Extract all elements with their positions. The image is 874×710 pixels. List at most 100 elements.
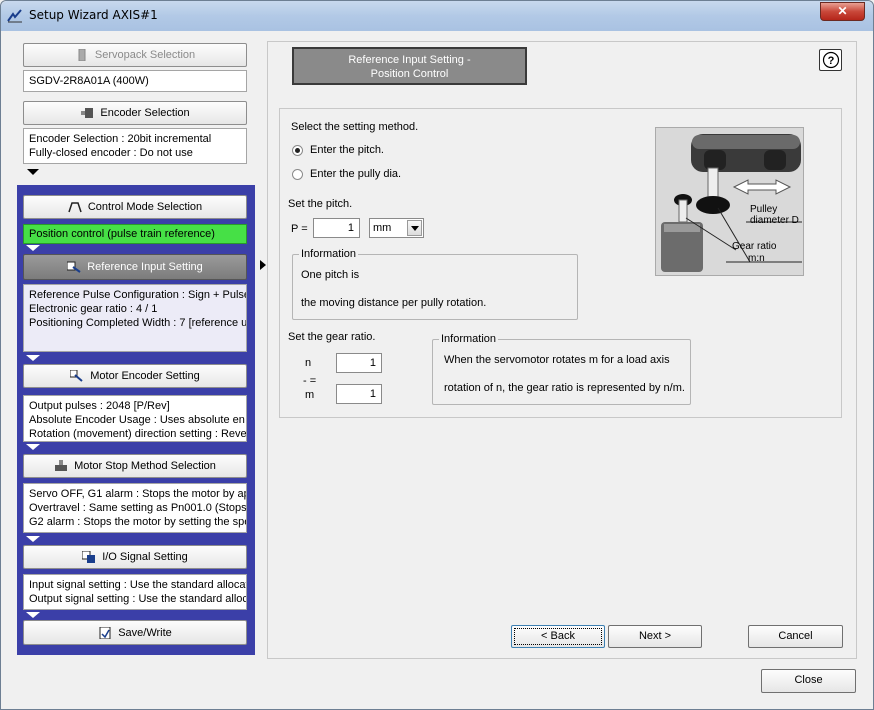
io-signal-info-line: Output signal setting : Use the standard… — [29, 593, 247, 605]
pitch-unit-select[interactable]: mm — [369, 218, 424, 238]
pulley-label: diameter D — [750, 215, 799, 226]
method-prompt: Select the setting method. — [291, 121, 419, 133]
reference-input-icon — [67, 261, 81, 273]
pitch-information-group: Information — [292, 248, 578, 320]
back-button[interactable]: < Back — [511, 625, 605, 648]
servopack-selection-label: Servopack Selection — [94, 49, 196, 61]
control-mode-value: Position control (pulse train reference) — [29, 228, 215, 240]
window-close-button[interactable]: ✕ — [820, 2, 865, 21]
control-mode-info: Position control (pulse train reference) — [23, 224, 247, 244]
gear-information-line: rotation of n, the gear ratio is represe… — [444, 382, 685, 394]
motor-stop-icon — [55, 460, 68, 471]
gear-information-line: When the servomotor rotates m for a load… — [444, 354, 670, 366]
encoder-selection-button[interactable]: Encoder Selection — [23, 101, 247, 125]
io-signal-icon — [82, 551, 96, 563]
page-title-line: Position Control — [370, 68, 449, 80]
save-write-icon — [99, 626, 111, 639]
pitch-information-line: One pitch is — [301, 269, 360, 281]
motor-encoder-icon — [70, 370, 83, 382]
radio-enter-pitch-label[interactable]: Enter the pitch. — [310, 144, 384, 156]
control-mode-selection-button[interactable]: Control Mode Selection — [23, 195, 247, 219]
page-title: Reference Input Setting - Position Contr… — [292, 47, 527, 85]
reference-input-setting-button[interactable]: Reference Input Setting — [23, 254, 247, 280]
radio-enter-pully-dia-label[interactable]: Enter the pully dia. — [310, 168, 401, 180]
motor-stop-info-line: G2 alarm : Stops the motor by setting th… — [29, 516, 247, 528]
title-bar[interactable]: Setup Wizard AXIS#1 ✕ — [1, 1, 873, 31]
motor-stop-info: Servo OFF, G1 alarm : Stops the motor by… — [23, 483, 247, 533]
cancel-button[interactable]: Cancel — [748, 625, 843, 648]
encoder-selection-label: Encoder Selection — [100, 107, 190, 119]
gear-information-group: Information — [432, 333, 691, 405]
wizard-app-icon — [7, 9, 22, 23]
next-button[interactable]: Next > — [608, 625, 702, 648]
chevron-down-icon[interactable] — [407, 220, 422, 236]
pulley-label: Pulley — [750, 204, 777, 215]
servopack-info: SGDV-2R8A01A (400W) — [23, 70, 247, 92]
help-glyph: ? — [827, 55, 834, 67]
io-signal-info: Input signal setting : Use the standard … — [23, 574, 247, 610]
io-signal-info-line: Input signal setting : Use the standard … — [29, 579, 247, 591]
reference-input-setting-label: Reference Input Setting — [87, 261, 203, 273]
expand-arrow-icon — [27, 169, 39, 175]
control-mode-selection-label: Control Mode Selection — [87, 201, 203, 213]
servopack-value: SGDV-2R8A01A (400W) — [29, 75, 149, 87]
pitch-label: P = — [291, 223, 308, 235]
motor-encoder-setting-label: Motor Encoder Setting — [90, 370, 200, 382]
gear-n-input[interactable]: 1 — [336, 353, 382, 373]
reference-input-info: Reference Pulse Configuration : Sign + P… — [23, 284, 247, 352]
help-icon: ? — [822, 51, 839, 69]
gear-m-input[interactable]: 1 — [336, 384, 382, 404]
motor-stop-method-button[interactable]: Motor Stop Method Selection — [23, 454, 247, 478]
gear-ratio-diagram-label: m:n — [748, 253, 765, 264]
motor-stop-info-line: Servo OFF, G1 alarm : Stops the motor by… — [29, 488, 247, 500]
step-arrow-icon — [26, 536, 40, 542]
gear-information-legend: Information — [439, 333, 499, 345]
reference-input-info-line: Electronic gear ratio : 4 / 1 — [29, 303, 158, 315]
motor-encoder-info-line: Output pulses : 2048 [P/Rev] — [29, 400, 170, 412]
save-write-button[interactable]: Save/Write — [23, 620, 247, 645]
encoder-icon — [81, 108, 94, 118]
radio-enter-pully-dia[interactable] — [292, 169, 303, 180]
pitch-unit-value: mm — [373, 222, 392, 234]
servopack-icon — [78, 49, 86, 61]
motor-encoder-info-line: Rotation (movement) direction setting : … — [29, 428, 247, 440]
pitch-value: 1 — [347, 222, 354, 234]
gear-m-value: 1 — [369, 388, 376, 400]
motor-encoder-info-line: Absolute Encoder Usage : Uses absolute e… — [29, 414, 245, 426]
pitch-information-legend: Information — [299, 248, 359, 260]
reference-input-info-line: Reference Pulse Configuration : Sign + P… — [29, 289, 247, 301]
encoder-info: Encoder Selection : 20bit incremental Fu… — [23, 128, 247, 164]
gear-m-label: m — [305, 389, 315, 401]
motor-stop-method-label: Motor Stop Method Selection — [74, 460, 216, 472]
io-signal-setting-label: I/O Signal Setting — [102, 551, 188, 563]
pulley-diagram: Pulley diameter D Gear ratio m:n — [655, 127, 804, 276]
radio-enter-pitch[interactable] — [292, 145, 303, 156]
encoder-info-line: Encoder Selection : 20bit incremental — [29, 133, 212, 145]
help-button[interactable]: ? — [819, 49, 842, 71]
step-arrow-icon — [26, 355, 40, 361]
motor-encoder-setting-button[interactable]: Motor Encoder Setting — [23, 364, 247, 388]
gear-n-label: n — [305, 357, 312, 369]
motor-stop-info-line: Overtravel : Same setting as Pn001.0 (St… — [29, 502, 247, 514]
io-signal-setting-button[interactable]: I/O Signal Setting — [23, 545, 247, 569]
reference-input-info-line: Positioning Completed Width : 7 [referen… — [29, 317, 247, 329]
pulley-illustration: Pulley diameter D Gear ratio m:n — [661, 134, 802, 272]
pitch-information-line: the moving distance per pully rotation. — [301, 297, 487, 309]
pitch-prompt: Set the pitch. — [288, 198, 353, 210]
current-step-pointer-icon — [260, 260, 266, 270]
motor-encoder-info: Output pulses : 2048 [P/Rev] Absolute En… — [23, 395, 247, 442]
window-title: Setup Wizard AXIS#1 — [29, 8, 158, 22]
close-button[interactable]: Close — [761, 669, 856, 693]
close-icon: ✕ — [837, 4, 848, 18]
encoder-info-line: Fully-closed encoder : Do not use — [29, 147, 193, 159]
gear-n-value: 1 — [369, 357, 376, 369]
gear-separator: - = — [303, 375, 317, 387]
pitch-input[interactable]: 1 — [313, 218, 360, 238]
gear-ratio-diagram-label: Gear ratio — [732, 241, 777, 252]
page-title-line: Reference Input Setting - — [348, 54, 471, 66]
servopack-selection-button[interactable]: Servopack Selection — [23, 43, 247, 67]
save-write-label: Save/Write — [118, 626, 172, 639]
step-arrow-icon — [26, 245, 40, 251]
step-arrow-icon — [26, 612, 40, 618]
step-arrow-icon — [26, 444, 40, 450]
